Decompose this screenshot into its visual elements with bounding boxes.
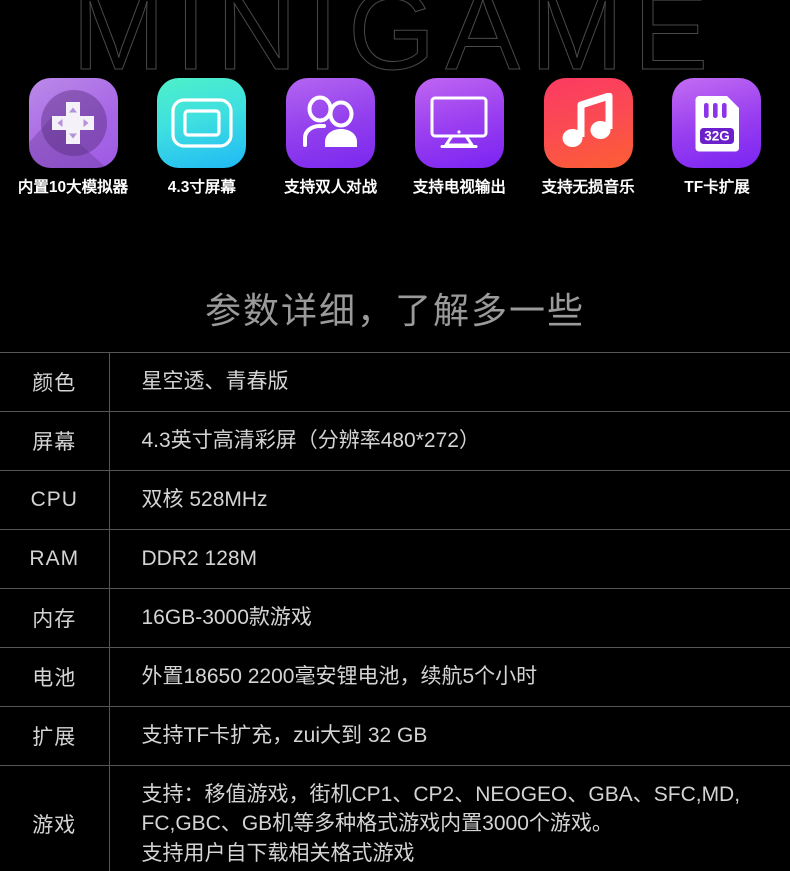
table-row: 屏幕 4.3英寸高清彩屏（分辨率480*272） xyxy=(0,411,790,471)
spec-key: RAM xyxy=(0,529,110,589)
music-note-icon xyxy=(562,93,613,147)
spec-table: 颜色 星空透、青春版 屏幕 4.3英寸高清彩屏（分辨率480*272） CPU … xyxy=(0,352,790,871)
table-row: 扩展 支持TF卡扩充，zui大到 32 GB xyxy=(0,706,790,766)
monitor-tv-tile xyxy=(414,78,504,168)
spec-key: 屏幕 xyxy=(0,411,110,471)
feature-label: TF卡扩展 xyxy=(684,179,750,196)
two-people-tile xyxy=(286,78,376,168)
dpad-icon xyxy=(52,102,94,144)
feature-item: 4.3寸屏幕 xyxy=(147,78,257,196)
spec-value: 4.3英寸高清彩屏（分辨率480*272） xyxy=(141,429,480,453)
spec-value: 星空透、青春版 xyxy=(141,370,289,394)
feature-strip: 内置10大模拟器 4.3寸屏幕 支持双人对战 支持电视输出 支持无损音乐 32G… xyxy=(0,78,790,196)
sd-card-icon: 32G xyxy=(695,96,739,152)
feature-label: 支持无损音乐 xyxy=(541,179,635,196)
screen-icon xyxy=(171,98,233,148)
spec-value: 双核 528MHz xyxy=(141,488,268,511)
spec-key: 颜色 xyxy=(0,352,110,412)
spec-value: 16GB-3000款游戏 xyxy=(141,605,312,629)
table-row: 游戏 支持：移值游戏，街机CP1、CP2、NEOGEO、GBA、SFC,MD, … xyxy=(0,765,790,871)
section-title: 参数详细，了解多一些 xyxy=(204,290,585,331)
spec-key: CPU xyxy=(0,470,110,530)
table-row: 颜色 星空透、青春版 xyxy=(0,352,790,412)
feature-item: 32G TF卡扩展 xyxy=(662,78,772,196)
spec-key: 电池 xyxy=(0,647,110,707)
table-row: 电池 外置18650 2200毫安锂电池，续航5个小时 xyxy=(0,647,790,707)
spec-key: 游戏 xyxy=(0,765,110,871)
screen-tile xyxy=(157,78,247,168)
feature-label: 4.3寸屏幕 xyxy=(167,179,236,196)
two-people-icon xyxy=(302,95,357,147)
feature-item: 内置10大模拟器 xyxy=(18,78,128,196)
feature-label: 支持电视输出 xyxy=(412,179,506,196)
spec-value: 外置18650 2200毫安锂电池，续航5个小时 xyxy=(141,664,538,688)
music-tile xyxy=(543,78,633,168)
spec-key: 扩展 xyxy=(0,706,110,766)
spec-key: 内存 xyxy=(0,588,110,648)
feature-item: 支持电视输出 xyxy=(404,78,514,196)
spec-value: 支持TF卡扩充，zui大到 32 GB xyxy=(141,723,428,747)
table-row: CPU 双核 528MHz xyxy=(0,470,790,530)
table-row: RAM DDR2 128M xyxy=(0,529,790,589)
feature-label: 支持双人对战 xyxy=(284,179,378,196)
monitor-tv-icon xyxy=(430,96,488,148)
feature-label: 内置10大模拟器 xyxy=(17,179,129,196)
dpad-tile xyxy=(28,78,118,168)
table-row: 内存 16GB-3000款游戏 xyxy=(0,588,790,648)
product-detail-page: MINIGAME 内置10大模拟器 4.3寸屏幕 支持双人对战 支持电视输出 支… xyxy=(0,0,790,871)
spec-value: 支持：移值游戏，街机CP1、CP2、NEOGEO、GBA、SFC,MD, FC,… xyxy=(141,782,741,866)
spec-value: DDR2 128M xyxy=(141,546,258,570)
sd-card-capacity-label: 32G xyxy=(704,128,730,143)
feature-item: 支持双人对战 xyxy=(276,78,386,196)
feature-item: 支持无损音乐 xyxy=(533,78,643,196)
sd-card-tile: 32G xyxy=(672,78,762,168)
